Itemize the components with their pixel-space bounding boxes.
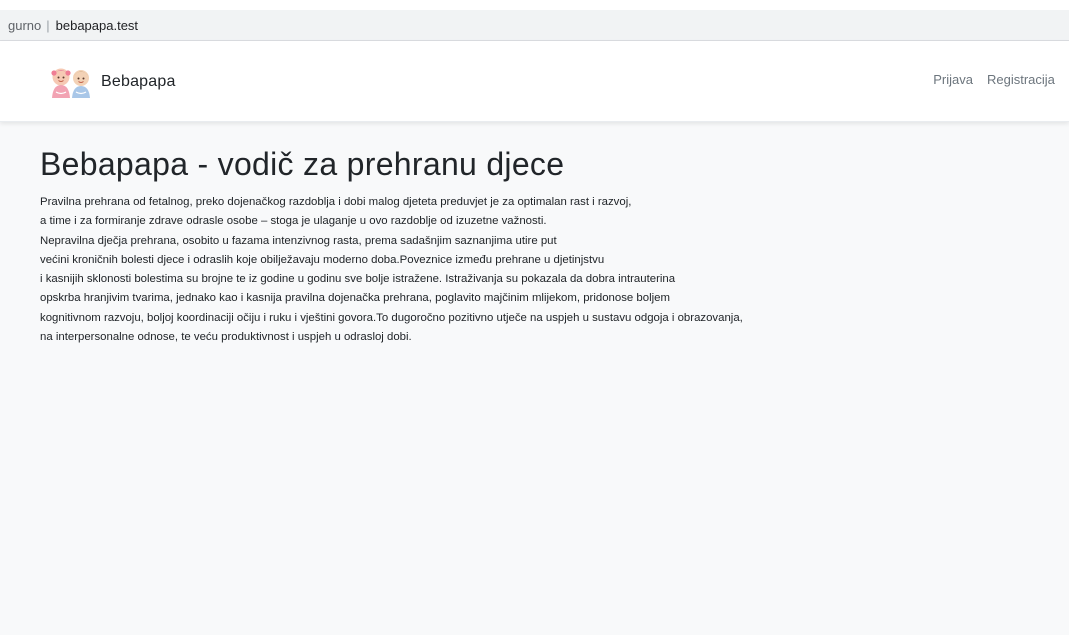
paragraph-line: Pravilna prehrana od fetalnog, preko doj…: [40, 196, 632, 208]
babies-logo-icon: [51, 68, 90, 98]
browser-window: gurno | bebapapa.test Bebapapa Prijava R…: [0, 0, 1069, 635]
brand-link[interactable]: Bebapapa: [47, 65, 176, 99]
security-label: gurno: [8, 17, 42, 33]
paragraph-line: na interpersonalne odnose, te veću produ…: [40, 331, 412, 344]
page-title: Bebapapa - vodič za prehranu djece: [40, 146, 565, 182]
paragraph-line: Nepravilna dječja prehrana, osobito u fa…: [40, 234, 557, 247]
paragraph-line: opskrba hranjivim tvarima, jednako kao i…: [40, 292, 670, 305]
paragraph-line: kognitivnom razvoju, boljoj koordinaciji…: [40, 311, 743, 324]
url-text[interactable]: bebapapa.test: [56, 18, 138, 33]
paragraph-line: većini kroničnih bolesti djece i odrasli…: [40, 253, 605, 266]
address-separator: |: [46, 17, 50, 33]
login-link[interactable]: Prijava: [933, 72, 973, 87]
paragraph-line: i kasnijih sklonosti bolestima su brojne…: [40, 273, 676, 286]
site-navbar: Bebapapa Prijava Registracija: [0, 41, 1069, 122]
register-link[interactable]: Registracija: [987, 72, 1069, 87]
address-bar[interactable]: gurno | bebapapa.test: [0, 10, 1069, 41]
brand-name: Bebapapa: [101, 73, 176, 90]
browser-top-strip: [0, 0, 1069, 10]
main-content: Bebapapa - vodič za prehranu djece Pravi…: [40, 144, 940, 347]
nav-links: Prijava Registracija: [919, 72, 1069, 87]
paragraph-line: a time i za formiranje zdrave odrasle os…: [40, 215, 547, 228]
intro-paragraph: Pravilna prehrana od fetalnog, preko doj…: [40, 193, 940, 347]
